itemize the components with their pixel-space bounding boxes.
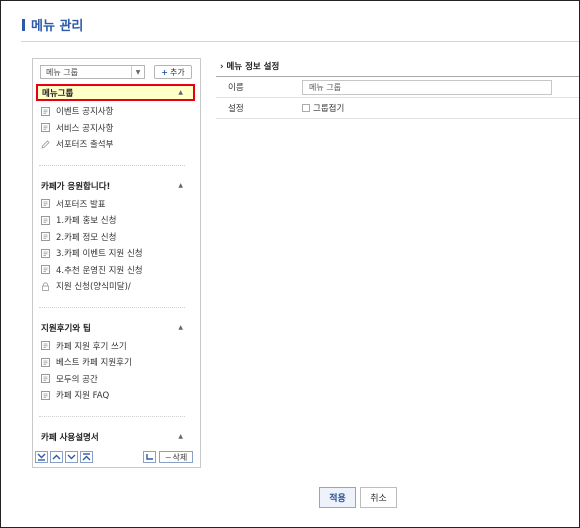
board-icon (41, 106, 50, 116)
menu-item-label: 이벤트 공지사항 (56, 107, 114, 118)
move-controls: − 삭제 (35, 451, 199, 465)
group-fold-checkbox[interactable] (302, 104, 310, 112)
menu-item-label: 서비스 공지사항 (56, 123, 114, 134)
cancel-button[interactable]: 취소 (360, 487, 397, 508)
board-icon (41, 215, 50, 225)
name-row: 이름 (216, 77, 579, 98)
menu-item[interactable]: 모두의 공간 (39, 371, 185, 388)
menu-group-header[interactable]: 카페 사용설명서 ▲ (39, 429, 185, 445)
chevron-right-icon: › (220, 62, 224, 72)
menu-group-header[interactable]: 카페가 응원합니다! ▲ (39, 178, 185, 194)
plus-icon: + (161, 67, 168, 77)
setting-label: 설정 (228, 104, 244, 114)
add-divider-button[interactable] (143, 451, 156, 463)
page-title: 메뉴 관리 (22, 15, 83, 34)
add-button[interactable]: + 추가 (154, 65, 192, 79)
menu-item[interactable]: 4.추천 운영진 지원 신청 (39, 262, 185, 279)
menu-group-select-value: 메뉴 그룹 (46, 67, 78, 77)
move-down-icon (67, 454, 76, 460)
group-fold-label[interactable]: 그룹접기 (313, 102, 344, 114)
menu-item[interactable]: 지원 신청(양식미달)/ (39, 278, 185, 295)
board-icon (41, 265, 50, 275)
collapse-caret-icon[interactable]: ▲ (178, 89, 183, 96)
menu-item-label: 지원 신청(양식미달)/ (56, 282, 131, 293)
board-icon (41, 390, 50, 400)
board-icon (41, 374, 50, 384)
collapse-caret-icon[interactable]: ▲ (178, 433, 183, 440)
menu-item[interactable]: 카페 지원 FAQ (39, 387, 185, 404)
collapse-caret-icon[interactable]: ▲ (178, 182, 183, 189)
delete-button-label: 삭제 (172, 452, 188, 462)
menu-list: 메뉴그룹 ▲ 이벤트 공지사항서비스 공지사항서포터즈 출석부카페가 응원합니다! ▲… (35, 84, 199, 444)
menu-group-header[interactable]: 지원후기와 팁 ▲ (39, 320, 185, 336)
menu-item-label: 4.추천 운영진 지원 신청 (56, 265, 143, 276)
board-icon (41, 199, 50, 209)
divider-line-icon (146, 454, 153, 460)
menu-group-select[interactable]: 메뉴 그룹 ▼ (40, 65, 145, 79)
board-icon (41, 248, 50, 258)
board-icon (41, 357, 50, 367)
menu-item-label: 서포터즈 발표 (56, 199, 106, 210)
move-bottom-icon (37, 453, 46, 461)
menu-group-header-label: 메뉴그룹 (42, 88, 74, 99)
menu-item-label: 모두의 공간 (56, 374, 98, 385)
move-top-icon (82, 453, 91, 461)
menu-section: 메뉴그룹 ▲ 이벤트 공지사항서비스 공지사항서포터즈 출석부 (36, 84, 195, 166)
menu-info-title-text: 메뉴 정보 설정 (226, 62, 280, 72)
setting-row: 설정 그룹접기 (216, 98, 579, 119)
menu-item-label: 카페 지원 FAQ (56, 391, 110, 402)
collapse-caret-icon[interactable]: ▲ (178, 324, 183, 331)
minus-icon: − (164, 452, 172, 462)
menu-item[interactable]: 3.카페 이벤트 지원 신청 (39, 245, 185, 262)
menu-group-header-label: 지원후기와 팁 (41, 323, 91, 334)
title-bar-mark (22, 18, 25, 31)
menu-item[interactable]: 2.카페 정모 신청 (39, 229, 185, 246)
menu-item-label: 2.카페 정모 신청 (56, 232, 117, 243)
menu-section: 카페 사용설명서▲카페관리 개편 도움말 /점검 (39, 429, 185, 445)
menu-item[interactable]: 서비스 공지사항 (39, 120, 185, 137)
menu-item-label: 서포터즈 출석부 (56, 140, 114, 151)
page-title-text: 메뉴 관리 (31, 19, 84, 34)
menu-section: 카페가 응원합니다! ▲ 서포터즈 발표 1.카페 홍보 신청 2.카페 정모 신청 3.… (39, 178, 185, 308)
menu-item[interactable]: 이벤트 공지사항 (39, 103, 185, 120)
lock-icon (41, 282, 50, 291)
menu-info-table: 이름 설정 그룹접기 (216, 76, 579, 119)
menu-group-header-label: 카페가 응원합니다! (41, 181, 111, 192)
menu-item-label: 3.카페 이벤트 지원 신청 (56, 249, 143, 260)
board-icon (41, 123, 50, 133)
menu-item[interactable]: 서포터즈 출석부 (39, 136, 185, 153)
apply-button[interactable]: 적용 (319, 487, 356, 508)
menu-tree-panel: 메뉴 그룹 ▼ + 추가 메뉴그룹 ▲ 이벤트 공지사항서비스 공지사항서포터즈 출… (32, 58, 201, 468)
menu-item[interactable]: 카페 지원 후기 쓰기 (39, 338, 185, 355)
board-icon (41, 232, 50, 242)
add-button-label: 추가 (169, 67, 185, 77)
menu-item[interactable]: 베스트 카페 지원후기 (39, 354, 185, 371)
move-up-icon (52, 454, 61, 460)
move-top-button[interactable] (80, 451, 93, 463)
menu-info-title: › 메뉴 정보 설정 (220, 60, 279, 72)
menu-section: 지원후기와 팁 ▲ 카페 지원 후기 쓰기베스트 카페 지원후기모두의 공간카페 지… (39, 320, 185, 417)
menu-group-header[interactable]: 메뉴그룹 ▲ (36, 84, 195, 101)
move-bottom-button[interactable] (35, 451, 48, 463)
move-down-button[interactable] (65, 451, 78, 463)
pencil-icon (41, 140, 50, 149)
name-label: 이름 (228, 83, 244, 93)
menu-name-input[interactable] (302, 79, 552, 95)
title-divider (21, 41, 579, 42)
chevron-down-icon[interactable]: ▼ (131, 66, 144, 78)
menu-item[interactable]: 서포터즈 발표 (39, 196, 185, 213)
move-up-button[interactable] (50, 451, 63, 463)
menu-item-label: 카페 지원 후기 쓰기 (56, 341, 127, 352)
menu-item-label: 1.카페 홍보 신청 (56, 216, 117, 227)
menu-group-header-label: 카페 사용설명서 (41, 432, 99, 443)
window: 메뉴 관리 메뉴 그룹 ▼ + 추가 메뉴그룹 ▲ 이벤트 공지사항서비스 공지사항… (0, 0, 580, 528)
delete-button[interactable]: − 삭제 (159, 451, 193, 463)
menu-item-label: 베스트 카페 지원후기 (56, 358, 132, 369)
board-icon (41, 341, 50, 351)
menu-item[interactable]: 1.카페 홍보 신청 (39, 212, 185, 229)
